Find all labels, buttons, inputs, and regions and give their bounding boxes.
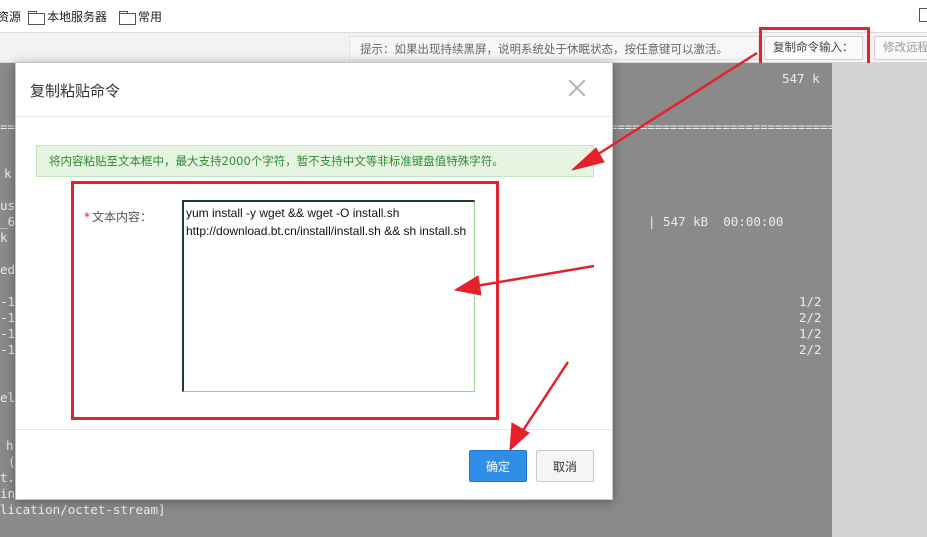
window-restore-icon[interactable] — [919, 8, 927, 22]
terminal-line: 2/2 — [799, 310, 822, 325]
terminal-line: | 547 kB 00:00:00 — [648, 214, 784, 229]
terminal-line: 2/2 — [799, 342, 822, 357]
bookmark-local-server[interactable]: 本地服务器 — [28, 9, 107, 25]
terminal-line: -1 — [0, 342, 16, 357]
terminal-line: k — [4, 166, 12, 181]
cancel-button[interactable]: 取消 — [536, 450, 594, 482]
bookmark-resources[interactable]: 资源 — [0, 9, 21, 25]
terminal-line: k — [0, 230, 8, 245]
terminal-line: -1 — [0, 294, 16, 309]
terminal-line: 547 k — [782, 71, 820, 86]
dialog-footer: 确定 取消 — [16, 429, 612, 499]
annotation-box-copy-command — [759, 27, 870, 68]
terminal-line: t. — [0, 470, 16, 485]
close-icon[interactable] — [566, 77, 588, 99]
annotation-box-text-field — [71, 181, 499, 420]
terminal-line: h — [6, 438, 14, 453]
terminal-line: -1 — [0, 310, 16, 325]
bookmark-label: 常用 — [138, 10, 163, 24]
terminal-line: us — [0, 198, 16, 213]
terminal-line: -1 — [0, 326, 16, 341]
terminal-line: lication/octet-stream] — [0, 502, 166, 517]
hint-text: 提示：如果出现持续黑屏，说明系统处于休眠状态，按任意键可以激活。 — [349, 36, 759, 60]
bookmark-label: 本地服务器 — [47, 10, 108, 24]
edit-remote-button[interactable]: 修改远程 — [874, 36, 927, 60]
terminal-line: ed — [0, 262, 16, 277]
dialog-notice: 将内容粘贴至文本框中，最大支持2000个字符，暂不支持中文等非标准键盘值特殊字符… — [36, 145, 594, 177]
bookmark-label: 资源 — [0, 10, 22, 24]
confirm-button[interactable]: 确定 — [469, 450, 527, 482]
terminal-line: in — [0, 486, 16, 501]
dialog-header: 复制粘贴命令 — [16, 63, 612, 117]
folder-icon — [119, 11, 136, 25]
bookmark-common[interactable]: 常用 — [119, 9, 162, 25]
terminal-line: 1/2 — [799, 294, 822, 309]
folder-icon — [28, 11, 45, 25]
dialog-title: 复制粘贴命令 — [30, 82, 121, 100]
terminal-side-area — [832, 63, 927, 537]
terminal-line: 1/2 — [799, 326, 822, 341]
terminal-line: _6 — [0, 214, 16, 229]
terminal-line: el — [0, 390, 16, 405]
